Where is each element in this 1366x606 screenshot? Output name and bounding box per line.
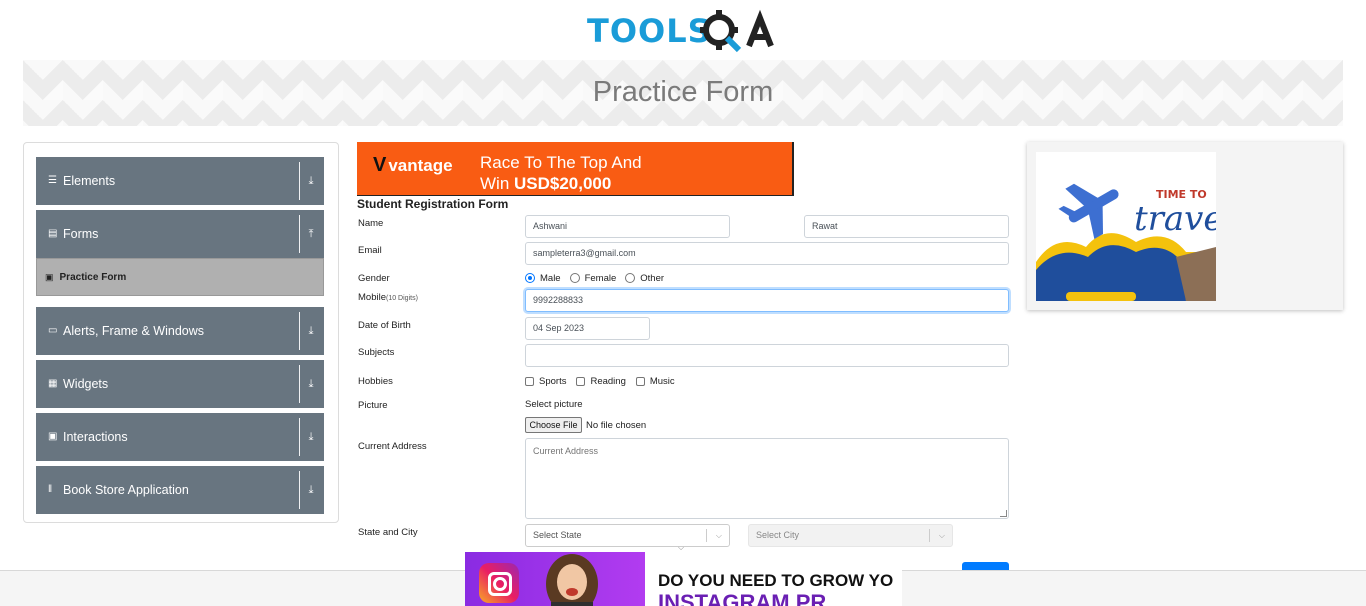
svg-text:trave: trave — [1134, 199, 1216, 239]
email-input[interactable]: sampleterra3@gmail.com — [525, 242, 1009, 265]
logo-text: TOOLS — [587, 12, 712, 50]
sidebar-item-label: Practice Form — [59, 271, 127, 283]
gender-label: Gender — [358, 273, 390, 284]
download-arrow-icon: ⤓ — [308, 483, 314, 496]
grid-icon: ▦ — [48, 378, 58, 389]
form-title: Student Registration Form — [357, 197, 509, 211]
checkbox[interactable] — [525, 376, 534, 386]
radio-unchecked[interactable] — [625, 273, 636, 283]
travel-ad[interactable]: TIME TO trave — [1027, 142, 1343, 310]
checkbox[interactable] — [576, 376, 586, 386]
resize-handle-icon[interactable] — [1000, 510, 1007, 517]
checkbox[interactable] — [635, 376, 645, 386]
subjects-input[interactable] — [525, 344, 1009, 367]
gender-male-option[interactable]: Male — [525, 273, 561, 284]
travel-ad-image: TIME TO trave — [1036, 152, 1216, 301]
sidebar-group-forms[interactable]: ▤ Forms ⤒ — [36, 210, 324, 258]
file-status: No file chosen — [586, 420, 647, 431]
mobile-input[interactable]: 9992288833 — [525, 289, 1009, 312]
date-of-birth-input[interactable]: 04 Sep 2023 — [525, 317, 650, 340]
name-label: Name — [358, 218, 384, 229]
download-arrow-icon: ⤓ — [308, 430, 314, 443]
ad-headline: DO YOU NEED TO GROW YO — [658, 571, 894, 590]
sidebar-group-label: Elements — [63, 174, 116, 188]
sidebar-group-label: Interactions — [63, 430, 128, 444]
select-picture-label: Select picture — [525, 399, 583, 410]
subjects-label: Subjects — [358, 347, 395, 358]
sidebar-group-label: Book Store Application — [63, 483, 189, 497]
current-address-label: Current Address — [358, 441, 427, 452]
dob-label: Date of Birth — [358, 320, 411, 331]
html-icon: ▣ — [45, 271, 54, 282]
download-arrow-icon: ⤓ — [308, 377, 314, 390]
sidebar-group-book-store[interactable]: ‖ Book Store Application ⤓ — [36, 466, 324, 514]
mobile-label: Mobile(10 Digits) — [358, 292, 418, 303]
radio-unchecked[interactable] — [569, 273, 580, 283]
gender-radio-group: Male Female Other — [525, 271, 673, 285]
sidebar-group-alerts[interactable]: ▭ Alerts, Frame & Windows ⤓ — [36, 307, 324, 355]
vantage-v-icon: V — [373, 154, 387, 176]
toolsqa-logo[interactable]: TOOLS — [587, 8, 781, 54]
email-label: Email — [358, 245, 382, 256]
city-select[interactable]: Select City ⌵ — [748, 524, 953, 547]
window-icon: ▭ — [48, 325, 58, 336]
picture-label: Picture — [358, 400, 388, 411]
ad-text: Race To The Top And Win USD$20,000 — [480, 153, 642, 193]
choose-file-button[interactable]: Choose File — [525, 417, 582, 433]
sidebar-group-elements[interactable]: ☰ Elements ⤓ — [36, 157, 324, 205]
instagram-ad-banner[interactable]: DO YOU NEED TO GROW YO INSTAGRAM PR — [465, 552, 902, 606]
sidebar: ☰ Elements ⤓ ▤ Forms ⤒ ▣ Practice Form ▭… — [23, 142, 339, 523]
hobbies-checkbox-group: Sports Reading Music — [525, 374, 685, 388]
gender-female-option[interactable]: Female — [569, 273, 616, 284]
vantage-logo: Vvantage — [373, 154, 453, 176]
state-city-label: State and City — [358, 527, 418, 538]
airplane-icon: TIME TO trave — [1036, 152, 1216, 301]
upload-arrow-icon: ⤒ — [308, 227, 314, 240]
hobby-reading-option[interactable]: Reading — [576, 376, 626, 387]
hobby-music-option[interactable]: Music — [635, 376, 675, 387]
instagram-icon — [479, 563, 519, 603]
sidebar-group-interactions[interactable]: ▣ Interactions ⤓ — [36, 413, 324, 461]
radio-checked[interactable] — [525, 273, 535, 283]
ad-subheadline: INSTAGRAM PR — [658, 590, 827, 606]
download-arrow-icon: ⤓ — [308, 174, 314, 187]
chevron-down-icon: ⌵ — [938, 531, 945, 540]
last-name-input[interactable]: Rawat — [804, 215, 1009, 238]
first-name-input[interactable]: Ashwani — [525, 215, 730, 238]
hamburger-icon: ☰ — [48, 175, 57, 186]
state-select[interactable]: Select State ⌵ — [525, 524, 730, 547]
sidebar-group-label: Forms — [63, 227, 99, 241]
books-icon: ‖ — [48, 484, 53, 495]
chevron-down-icon: ⌵ — [715, 531, 722, 540]
vantage-ad-banner[interactable]: Vvantage Race To The Top And Win USD$20,… — [357, 142, 794, 196]
sidebar-group-label: Widgets — [63, 377, 109, 391]
hobby-sports-option[interactable]: Sports — [525, 376, 566, 387]
sidebar-item-practice-form[interactable]: ▣ Practice Form — [36, 258, 324, 296]
download-arrow-icon: ⤓ — [308, 324, 314, 337]
textarea-placeholder: Current Address — [533, 446, 599, 456]
hobbies-label: Hobbies — [358, 376, 393, 387]
sidebar-group-widgets[interactable]: ▦ Widgets ⤓ — [36, 360, 324, 408]
page-title: Practice Form — [592, 76, 774, 108]
person-image-icon — [546, 554, 598, 606]
current-address-textarea[interactable]: Current Address — [525, 438, 1009, 519]
logo-qa-gear-icon — [700, 9, 774, 53]
sidebar-group-label: Alerts, Frame & Windows — [63, 324, 205, 338]
form-icon: ▤ — [48, 228, 58, 239]
page-banner: Practice Form — [23, 60, 1343, 126]
interaction-icon: ▣ — [48, 431, 58, 442]
gender-other-option[interactable]: Other — [625, 273, 664, 284]
